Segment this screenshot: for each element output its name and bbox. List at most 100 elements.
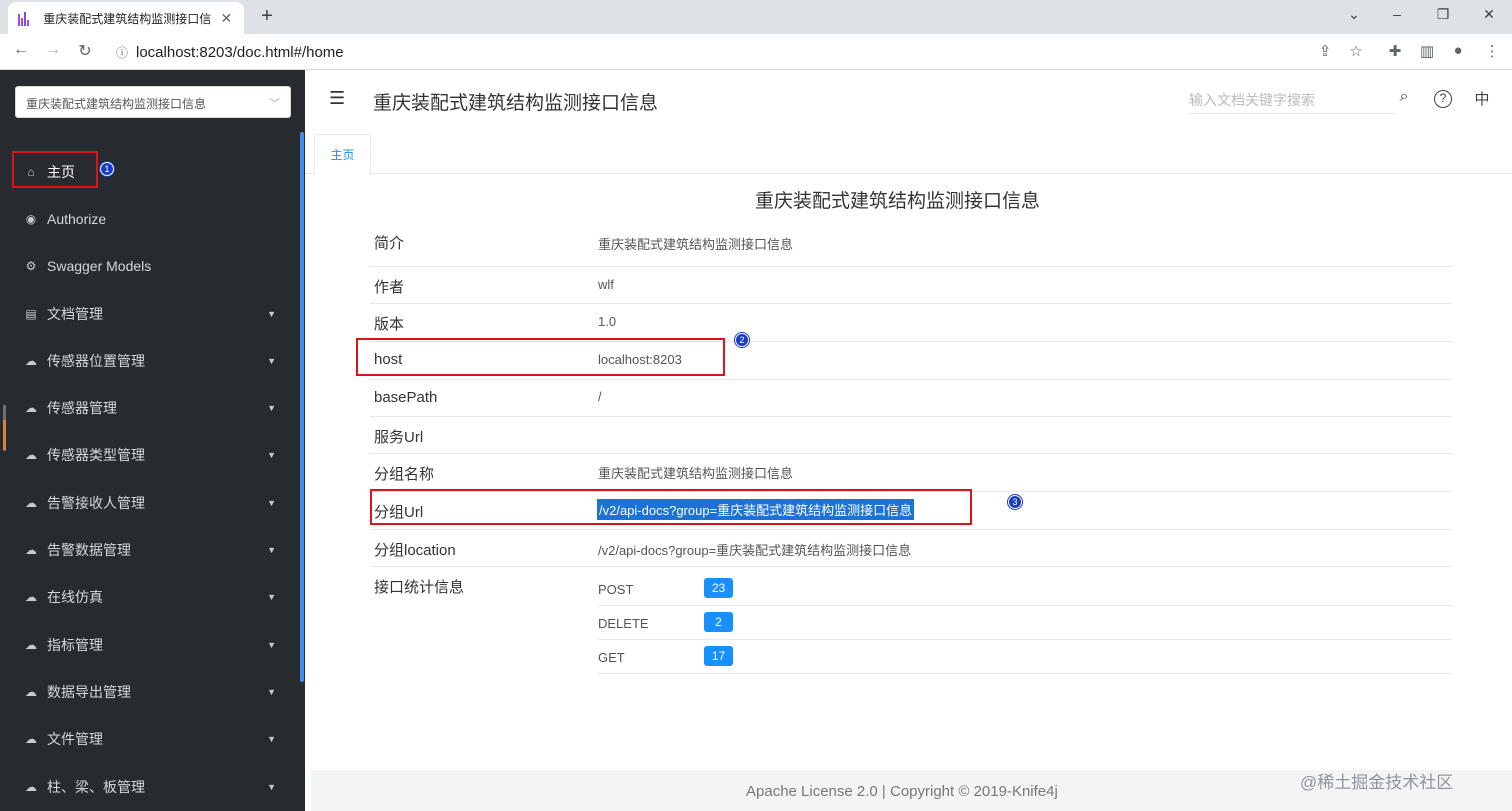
window-close-icon[interactable]: ✕: [1478, 6, 1500, 23]
info-row-version: 版本 1.0: [370, 304, 1452, 342]
row-label: host: [374, 351, 403, 368]
sidebar-item-label: Swagger Models: [47, 258, 152, 275]
profile-avatar-icon[interactable]: ●: [1448, 42, 1468, 59]
share-icon[interactable]: ⇪: [1315, 42, 1335, 60]
chevron-down-icon: ▼: [267, 308, 276, 319]
cloud-icon: ☁: [25, 401, 37, 416]
cloud-icon: ☁: [25, 684, 37, 699]
sidebar-item-doc-management[interactable]: ▤ 文档管理 ▼: [0, 290, 300, 337]
stat-row-post: POST 23: [598, 572, 1452, 606]
tab-home[interactable]: 主页: [314, 134, 371, 175]
sidebar-item-authorize[interactable]: ◉ Authorize: [0, 195, 300, 242]
menu-fold-icon[interactable]: ☰: [329, 88, 345, 109]
row-value-selected[interactable]: /v2/api-docs?group=重庆装配式建筑结构监测接口信息: [597, 499, 915, 520]
help-icon[interactable]: ?: [1434, 90, 1452, 108]
extensions-icon[interactable]: ✚: [1385, 42, 1405, 60]
row-value: localhost:8203: [598, 352, 682, 367]
cloud-icon: ☁: [25, 543, 37, 558]
back-icon[interactable]: ←: [10, 41, 32, 59]
tab-search-icon[interactable]: ⌄: [1343, 6, 1365, 23]
side-panel-icon[interactable]: ▥: [1417, 42, 1437, 60]
sidebar-item-column-beam-slab[interactable]: ☁ 柱、梁、板管理 ▼: [0, 763, 300, 810]
sidebar-item-label: 指标管理: [47, 636, 103, 653]
browser-tab[interactable]: 重庆装配式建筑结构监测接口信息 ✕: [8, 2, 244, 34]
row-label: 分组location: [374, 542, 456, 559]
row-label: 分组Url: [374, 504, 424, 521]
row-label: 接口统计信息: [374, 579, 465, 596]
sidebar-item-label: 在线仿真: [47, 589, 103, 606]
row-label: 简介: [374, 235, 405, 252]
address-url: localhost:8203/doc.html#/home: [136, 43, 344, 61]
doc-search-input[interactable]: [1189, 86, 1395, 113]
sidebar-menu: ⌂ 主页 ◉ Authorize ⚙ Swagger Models ▤ 文档管理…: [0, 148, 300, 810]
sidebar-item-swagger-models[interactable]: ⚙ Swagger Models: [0, 243, 300, 290]
site-info-icon[interactable]: ⓘ: [108, 44, 136, 61]
info-row-description: 简介 重庆装配式建筑结构监测接口信息: [370, 222, 1452, 267]
sidebar-item-label: 柱、梁、板管理: [47, 778, 145, 795]
stat-method: GET: [598, 650, 625, 665]
sidebar-item-sensor-type[interactable]: ☁ 传感器类型管理 ▼: [0, 432, 300, 479]
row-value: /: [598, 389, 602, 404]
stat-count-badge: 2: [704, 612, 733, 632]
row-value: 重庆装配式建筑结构监测接口信息: [598, 466, 794, 481]
sidebar-item-alarm-receiver[interactable]: ☁ 告警接收人管理 ▼: [0, 479, 300, 526]
gear-icon: ⚙: [25, 259, 37, 274]
sidebar-item-label: 文件管理: [47, 731, 103, 748]
cloud-icon: ☁: [25, 732, 37, 747]
chevron-down-icon: ▼: [267, 781, 276, 792]
sidebar-item-sensor-location[interactable]: ☁ 传感器位置管理 ▼: [0, 337, 300, 384]
reload-icon[interactable]: ↻: [74, 41, 96, 61]
group-select[interactable]: 重庆装配式建筑结构监测接口信息 ﹀: [15, 86, 291, 118]
sidebar-item-data-export[interactable]: ☁ 数据导出管理 ▼: [0, 668, 300, 715]
browser-menu-icon[interactable]: ⋮: [1482, 42, 1502, 60]
sidebar-item-indicator[interactable]: ☁ 指标管理 ▼: [0, 621, 300, 668]
info-row-group-url: 分组Url /v2/api-docs?group=重庆装配式建筑结构监测接口信息: [370, 492, 1452, 530]
sidebar-item-sensor[interactable]: ☁ 传感器管理 ▼: [0, 384, 300, 431]
annotation-badge: 3: [1008, 495, 1022, 509]
sidebar-item-label: 传感器位置管理: [47, 352, 145, 369]
cloud-icon: ☁: [25, 637, 37, 652]
row-label: basePath: [374, 389, 438, 406]
stat-row-get: GET 17: [598, 640, 1452, 674]
language-switch[interactable]: 中: [1471, 88, 1493, 109]
new-tab-icon[interactable]: +: [256, 5, 278, 28]
stat-count-badge: 17: [704, 646, 733, 666]
sidebar-item-label: 数据导出管理: [47, 683, 131, 700]
sidebar-item-label: 主页: [47, 163, 75, 180]
doc-search-box[interactable]: [1189, 86, 1395, 114]
sidebar-scrollbar[interactable]: [300, 132, 304, 682]
sidebar-item-label: Authorize: [47, 210, 107, 227]
search-icon[interactable]: ⌕: [1393, 88, 1415, 106]
annotation-badge: 1: [100, 162, 114, 176]
home-icon: ⌂: [27, 164, 35, 179]
row-value: wlf: [598, 277, 614, 292]
forward-icon[interactable]: →: [42, 41, 64, 59]
info-row-group-location: 分组location /v2/api-docs?group=重庆装配式建筑结构监…: [370, 530, 1452, 567]
stat-method: POST: [598, 582, 634, 597]
tab-close-icon[interactable]: ✕: [219, 10, 234, 27]
row-label: 分组名称: [374, 466, 435, 483]
restore-icon[interactable]: ❐: [1432, 6, 1454, 23]
annotation-badge: 2: [735, 333, 749, 347]
chevron-down-icon: ▼: [267, 545, 276, 556]
sidebar-item-home[interactable]: ⌂ 主页: [0, 148, 300, 195]
minimize-icon[interactable]: –: [1386, 6, 1408, 22]
info-row-author: 作者 wlf: [370, 267, 1452, 304]
lock-icon: ◉: [25, 211, 37, 226]
sidebar-item-label: 传感器管理: [47, 400, 117, 417]
row-label: 服务Url: [374, 429, 424, 446]
cloud-icon: ☁: [25, 590, 37, 605]
address-bar[interactable]: ⓘ localhost:8203/doc.html#/home: [108, 38, 1378, 66]
stat-method: DELETE: [598, 616, 649, 631]
bookmark-star-icon[interactable]: ☆: [1346, 42, 1366, 60]
stat-count-badge: 23: [704, 578, 733, 598]
group-select-value: 重庆装配式建筑结构监测接口信息: [26, 97, 207, 111]
browser-tab-strip: 重庆装配式建筑结构监测接口信息 ✕ + ⌄ – ❐ ✕: [0, 0, 1512, 34]
scroll-marker-active: [3, 420, 6, 450]
row-label: 作者: [374, 279, 405, 296]
sidebar-item-online-simulation[interactable]: ☁ 在线仿真 ▼: [0, 574, 300, 621]
chevron-down-icon: ▼: [267, 355, 276, 366]
cloud-icon: ☁: [25, 353, 37, 368]
sidebar-item-file[interactable]: ☁ 文件管理 ▼: [0, 716, 300, 763]
sidebar-item-alarm-data[interactable]: ☁ 告警数据管理 ▼: [0, 526, 300, 573]
